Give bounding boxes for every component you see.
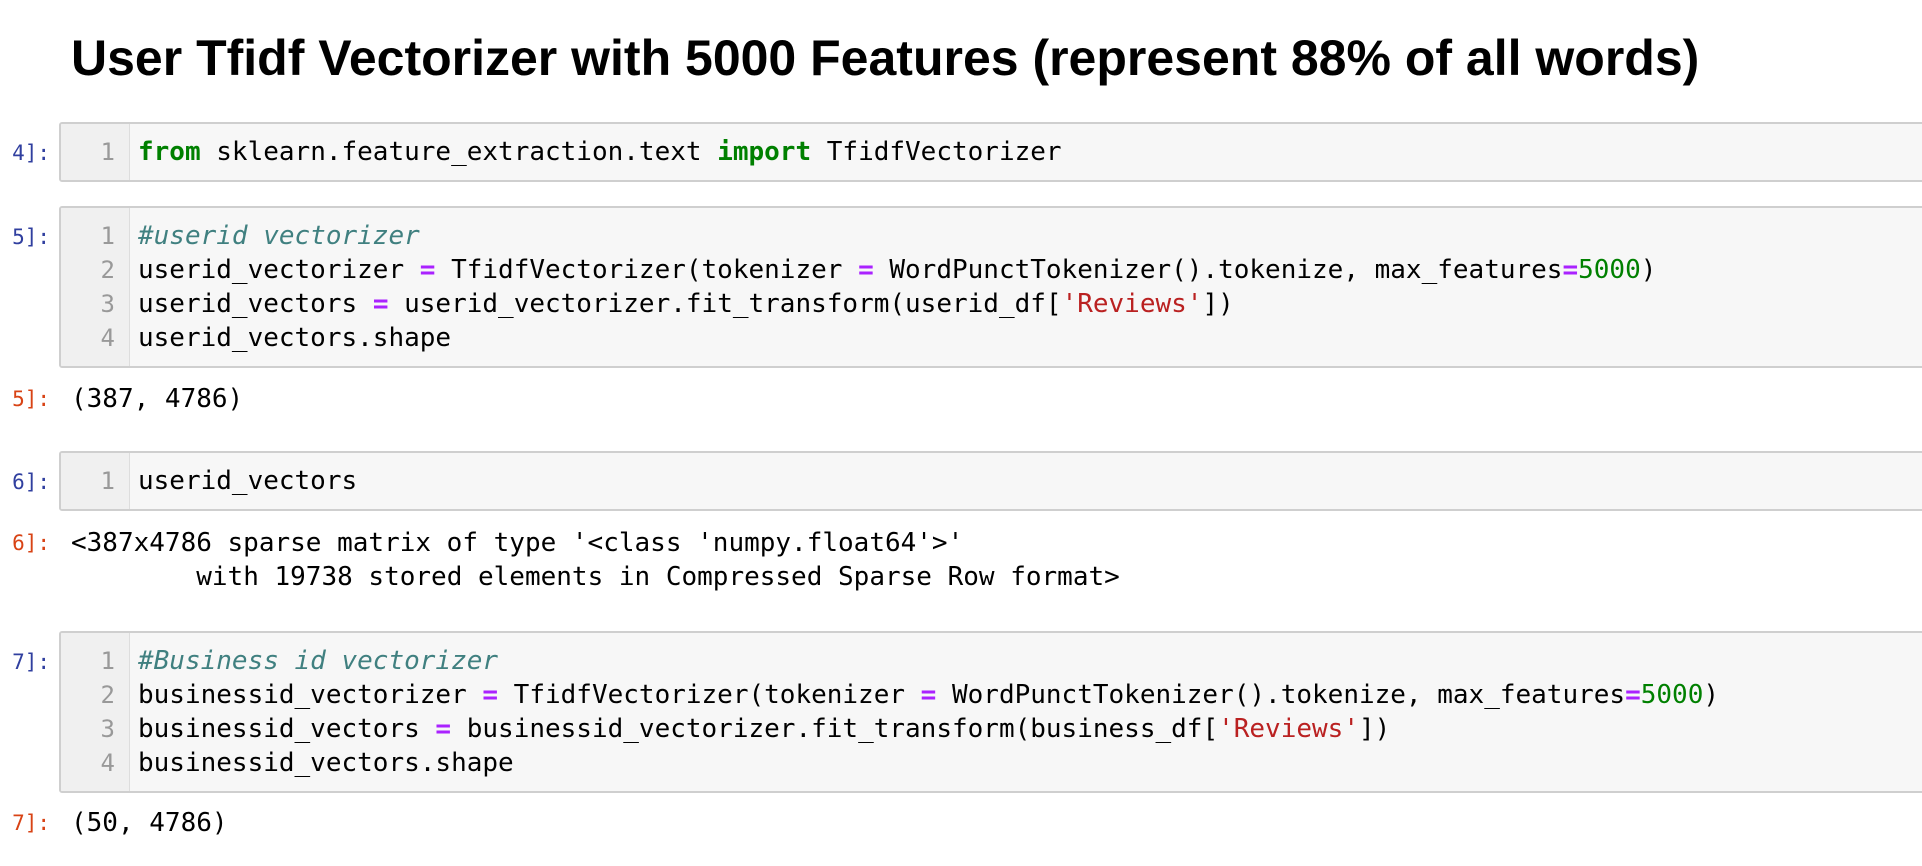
line-number: 3 (100, 290, 115, 318)
code-token: from (138, 137, 201, 167)
code-token: businessid_vectors.shape (138, 748, 514, 778)
code-line[interactable]: 2 userid_vectorizer = TfidfVectorizer(tok… (61, 253, 1922, 287)
code-token: = (920, 680, 937, 710)
code-token: = (482, 680, 499, 710)
line-number: 1 (100, 647, 115, 675)
code-token: businessid_vectorizer (138, 680, 483, 710)
code-token: userid_vectorizer (138, 255, 420, 285)
line-number: 2 (100, 681, 115, 709)
code-line[interactable]: 1 #Business id vectorizer (61, 644, 1922, 678)
code-token: sklearn.feature_extraction.text (200, 137, 718, 167)
code-token: import (717, 137, 812, 167)
cell-3-input-prompt: 6]: (12, 470, 50, 494)
cell-3-code-editor[interactable]: 1 userid_vectors (59, 451, 1922, 511)
code-token: ]) (1202, 289, 1234, 319)
code-line[interactable]: 3 businessid_vectors = businessid_vectori… (61, 712, 1922, 746)
code-token: = (1562, 255, 1579, 285)
code-lines: 1 userid_vectors (61, 464, 1922, 498)
code-token: businessid_vectors (138, 714, 436, 744)
cell-2-input-prompt: 5]: (12, 225, 50, 249)
code-line[interactable]: 1 from sklearn.feature_extraction.text im… (61, 135, 1922, 169)
code-token: businessid_vectorizer.fit_transform(busi… (451, 714, 1219, 744)
cell-4-input-prompt: 7]: (12, 650, 50, 674)
cell-1-input-prompt: 4]: (12, 141, 50, 165)
code-token: ) (1640, 255, 1657, 285)
code-line[interactable]: 1 #userid vectorizer (61, 219, 1922, 253)
cell-2-code-editor[interactable]: 1 #userid vectorizer 2 userid_vectorizer = … (59, 206, 1922, 368)
cell-2-output: (387, 4786) (71, 384, 244, 414)
cell-1-code-editor[interactable]: 1 from sklearn.feature_extraction.text im… (59, 122, 1922, 182)
code-token: ) (1703, 680, 1720, 710)
code-token: = (1625, 680, 1641, 710)
code-token: WordPunctTokenizer().tokenize, max_featu… (936, 680, 1626, 710)
code-token: userid_vectors (138, 289, 373, 319)
code-token: 5000 (1640, 680, 1704, 710)
code-token: TfidfVectorizer(tokenizer (498, 680, 921, 710)
line-number: 1 (100, 467, 115, 495)
line-number: 4 (100, 324, 115, 352)
section-heading: User Tfidf Vectorizer with 5000 Features… (71, 30, 1700, 86)
line-number: 3 (100, 715, 115, 743)
code-lines: 1 from sklearn.feature_extraction.text im… (61, 135, 1922, 169)
code-token: #userid vectorizer (138, 221, 420, 251)
line-number: 2 (100, 256, 115, 284)
code-lines: 1 #userid vectorizer 2 userid_vectorizer = … (61, 219, 1922, 355)
cell-3-output-prompt: 6]: (12, 531, 50, 555)
line-number: 1 (100, 222, 115, 250)
code-token: TfidfVectorizer (811, 137, 1062, 167)
code-token: ]) (1358, 714, 1391, 744)
code-token: = (435, 714, 452, 744)
code-line[interactable]: 2 businessid_vectorizer = TfidfVectorizer… (61, 678, 1922, 712)
code-token: TfidfVectorizer(tokenizer (435, 255, 859, 285)
code-token: userid_vectorizer.fit_transform(userid_d… (388, 289, 1062, 319)
cell-4-code-editor[interactable]: 1 #Business id vectorizer 2 businessid_vect… (59, 631, 1922, 793)
cell-2-output-prompt: 5]: (12, 387, 50, 411)
cell-3-output: <387x4786 sparse matrix of type '<class … (71, 528, 1120, 592)
code-token: WordPunctTokenizer().tokenize, max_featu… (873, 255, 1563, 285)
code-token: 'Reviews' (1061, 289, 1203, 319)
code-token: userid_vectors (138, 466, 358, 496)
code-token: 'Reviews' (1218, 714, 1359, 744)
cell-4-output-prompt: 7]: (12, 811, 50, 835)
code-token: = (419, 255, 436, 285)
code-lines: 1 #Business id vectorizer 2 businessid_vect… (61, 644, 1922, 780)
code-line[interactable]: 4 userid_vectors.shape (61, 321, 1922, 355)
cell-4-output: (50, 4786) (71, 808, 228, 838)
line-number: 4 (100, 749, 115, 777)
code-token: 5000 (1578, 255, 1641, 285)
code-token: #Business id vectorizer (138, 646, 499, 676)
line-number: 1 (100, 138, 115, 166)
code-line[interactable]: 1 userid_vectors (61, 464, 1922, 498)
code-token: = (372, 289, 389, 319)
code-line[interactable]: 3 userid_vectors = userid_vectorizer.fit_… (61, 287, 1922, 321)
code-line[interactable]: 4 businessid_vectors.shape (61, 746, 1922, 780)
code-token: = (858, 255, 874, 285)
code-token: userid_vectors.shape (138, 323, 452, 353)
